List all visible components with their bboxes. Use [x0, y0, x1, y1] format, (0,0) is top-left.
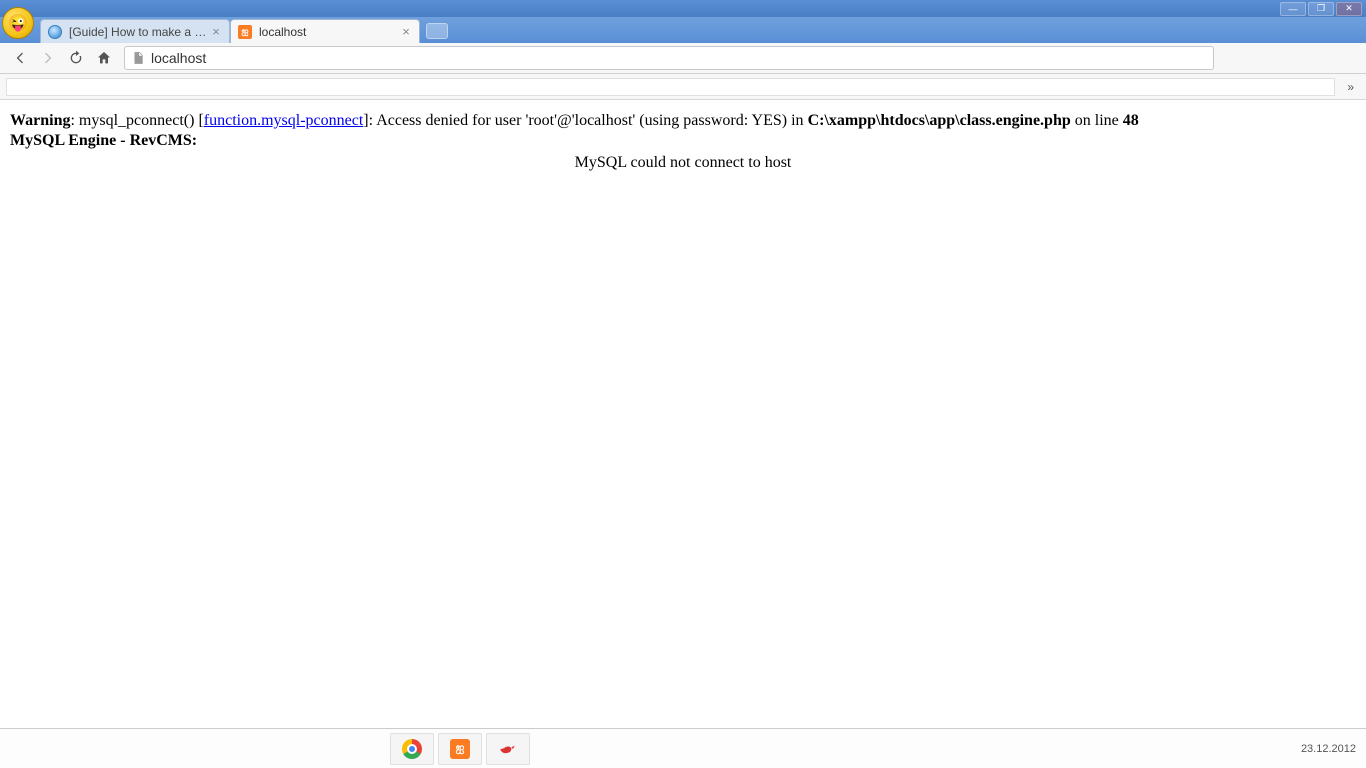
- smiley-avatar-icon[interactable]: 😜: [2, 7, 34, 39]
- page-viewport: Warning: mysql_pconnect() [function.mysq…: [0, 100, 1366, 700]
- new-tab-button[interactable]: [426, 23, 448, 39]
- reload-button[interactable]: [64, 46, 88, 70]
- browser-tabstrip: 😜 [Guide] How to make a Re × ஐ localhost…: [0, 17, 1366, 43]
- arrow-left-icon: [12, 50, 28, 66]
- error-message: MySQL could not connect to host: [10, 154, 1356, 172]
- tray-clock[interactable]: 23.12.2012: [1301, 743, 1356, 755]
- arrow-right-icon: [40, 50, 56, 66]
- maximize-icon: ❐: [1317, 3, 1325, 14]
- window-minimize-button[interactable]: —: [1280, 2, 1306, 16]
- warning-after-link: ]: Access denied for user 'root'@'localh…: [363, 112, 807, 129]
- taskbar-apps: ஐ: [390, 729, 530, 768]
- warning-func: mysql_pconnect() [: [79, 112, 204, 129]
- warning-sep: :: [70, 112, 78, 129]
- warning-line-number: 48: [1123, 112, 1139, 129]
- window-close-button[interactable]: ✕: [1336, 2, 1362, 16]
- tab-close-icon[interactable]: ×: [399, 25, 413, 39]
- address-bar[interactable]: [124, 46, 1214, 70]
- globe-icon: [47, 24, 63, 40]
- taskbar-xampp[interactable]: ஐ: [438, 733, 482, 765]
- taskbar-chrome[interactable]: [390, 733, 434, 765]
- warning-on-line: on line: [1071, 112, 1123, 129]
- browser-toolbar: [0, 43, 1366, 74]
- function-link[interactable]: function.mysql-pconnect: [204, 112, 364, 129]
- forward-button[interactable]: [36, 46, 60, 70]
- bird-icon: [498, 739, 518, 759]
- engine-heading: MySQL Engine - RevCMS:: [10, 132, 1356, 150]
- close-icon: ✕: [1345, 3, 1353, 14]
- taskbar-app3[interactable]: [486, 733, 530, 765]
- system-tray: 23.12.2012: [1301, 743, 1366, 755]
- back-button[interactable]: [8, 46, 32, 70]
- bookmark-empty-area: [6, 78, 1335, 96]
- tab-title: [Guide] How to make a Re: [69, 25, 209, 39]
- url-input[interactable]: [151, 50, 1207, 66]
- xampp-icon: ஐ: [450, 739, 470, 759]
- tab-localhost[interactable]: ஐ localhost ×: [230, 19, 420, 43]
- php-warning-line: Warning: mysql_pconnect() [function.mysq…: [10, 112, 1356, 130]
- xampp-icon: ஐ: [237, 24, 253, 40]
- reload-icon: [68, 50, 84, 66]
- warning-file: C:\xampp\htdocs\app\class.engine.php: [808, 112, 1071, 129]
- tray-date: 23.12.2012: [1301, 743, 1356, 755]
- windows-taskbar: ஐ 23.12.2012: [0, 728, 1366, 768]
- home-icon: [96, 50, 112, 66]
- page-icon: [131, 50, 145, 66]
- bookmark-overflow-button[interactable]: »: [1341, 80, 1360, 94]
- home-button[interactable]: [92, 46, 116, 70]
- tab-close-icon[interactable]: ×: [209, 25, 223, 39]
- window-controls: — ❐ ✕: [1280, 2, 1362, 16]
- bookmark-bar: »: [0, 74, 1366, 100]
- taskbar-left-spacer: [0, 729, 390, 768]
- tab-guide[interactable]: [Guide] How to make a Re ×: [40, 19, 230, 43]
- warning-label: Warning: [10, 112, 70, 129]
- minimize-icon: —: [1289, 4, 1298, 14]
- chrome-icon: [402, 739, 422, 759]
- tab-title: localhost: [259, 25, 399, 39]
- window-titlebar: — ❐ ✕: [0, 0, 1366, 17]
- window-maximize-button[interactable]: ❐: [1308, 2, 1334, 16]
